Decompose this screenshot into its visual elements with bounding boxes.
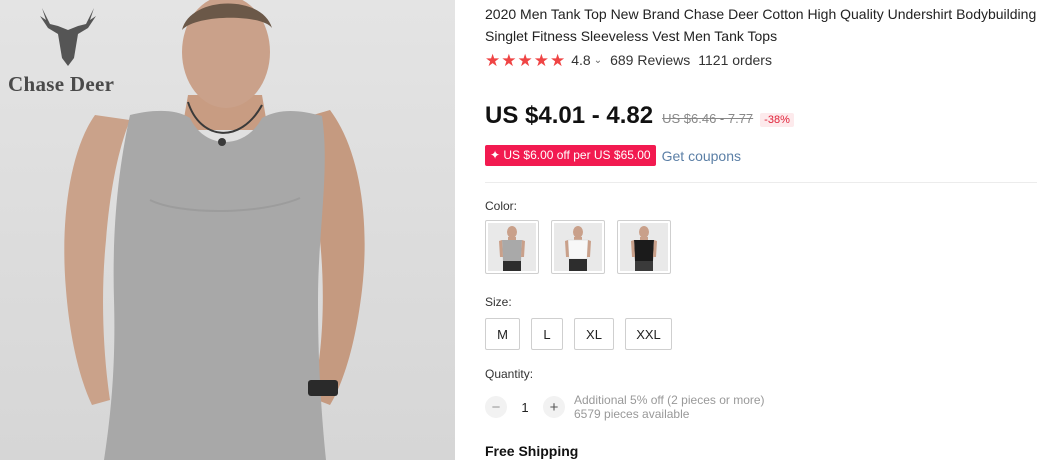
- increase-quantity-button[interactable]: +: [543, 396, 565, 418]
- star-icon: ★: [517, 50, 533, 70]
- current-price: US $4.01 - 4.82: [485, 102, 654, 129]
- product-main-image[interactable]: Chase Deer: [0, 0, 455, 460]
- coupon-row: ✦ US $6.00 off per US $65.00 Get coupons: [485, 145, 741, 166]
- size-option-xl[interactable]: XL: [574, 318, 614, 350]
- stock-available: 6579 pieces available: [574, 407, 690, 421]
- original-price: US $6.46 - 7.77: [662, 111, 754, 126]
- decrease-quantity-button[interactable]: −: [485, 396, 507, 418]
- quantity-stepper: − 1 + Additional 5% off (2 pieces or mor…: [485, 393, 765, 421]
- quantity-label: Quantity:: [485, 367, 534, 381]
- brand-name: Chase Deer: [8, 72, 115, 96]
- rating-value[interactable]: 4.8: [571, 52, 590, 68]
- color-label: Color:: [485, 199, 518, 213]
- size-option-l[interactable]: L: [531, 318, 563, 350]
- deer-head-icon: [40, 8, 96, 66]
- discount-badge: -38%: [760, 113, 794, 127]
- size-options: M L XL XXL: [485, 318, 672, 350]
- color-option-black[interactable]: [617, 220, 671, 274]
- orders-count: 1121 orders: [698, 52, 772, 68]
- bulk-discount-note: Additional 5% off (2 pieces or more): [574, 393, 765, 407]
- product-title: 2020 Men Tank Top New Brand Chase Deer C…: [485, 6, 1037, 44]
- color-options: [485, 220, 671, 274]
- chevron-down-icon[interactable]: ⌄: [594, 55, 602, 66]
- size-option-m[interactable]: M: [485, 318, 520, 350]
- quantity-info: Additional 5% off (2 pieces or more) 657…: [574, 393, 765, 421]
- star-icon: ★: [550, 50, 566, 70]
- brand-logo: Chase Deer: [8, 6, 138, 96]
- color-option-gray[interactable]: [485, 220, 539, 274]
- color-thumbnail: [554, 223, 602, 271]
- rating-stars: ★ ★ ★ ★ ★: [485, 52, 565, 69]
- product-details: 2020 Men Tank Top New Brand Chase Deer C…: [485, 0, 1041, 460]
- coupon-tag[interactable]: ✦ US $6.00 off per US $65.00: [485, 145, 656, 166]
- rating-row: ★ ★ ★ ★ ★ 4.8 ⌄ 689 Reviews 1121 orders: [485, 50, 772, 70]
- color-thumbnail: [488, 223, 536, 271]
- size-label: Size:: [485, 295, 512, 309]
- size-option-xxl[interactable]: XXL: [625, 318, 672, 350]
- divider: [485, 182, 1037, 183]
- star-icon: ★: [501, 50, 517, 70]
- price-row: US $4.01 - 4.82 US $6.46 - 7.77 -38%: [485, 102, 794, 130]
- star-icon: ★: [533, 50, 549, 70]
- star-icon: ★: [485, 50, 501, 70]
- quantity-input[interactable]: 1: [507, 400, 543, 415]
- color-option-white[interactable]: [551, 220, 605, 274]
- shipping-info: Free Shipping: [485, 443, 579, 459]
- reviews-link[interactable]: 689 Reviews: [610, 52, 690, 68]
- color-thumbnail: [620, 223, 668, 271]
- get-coupons-link[interactable]: Get coupons: [662, 148, 741, 164]
